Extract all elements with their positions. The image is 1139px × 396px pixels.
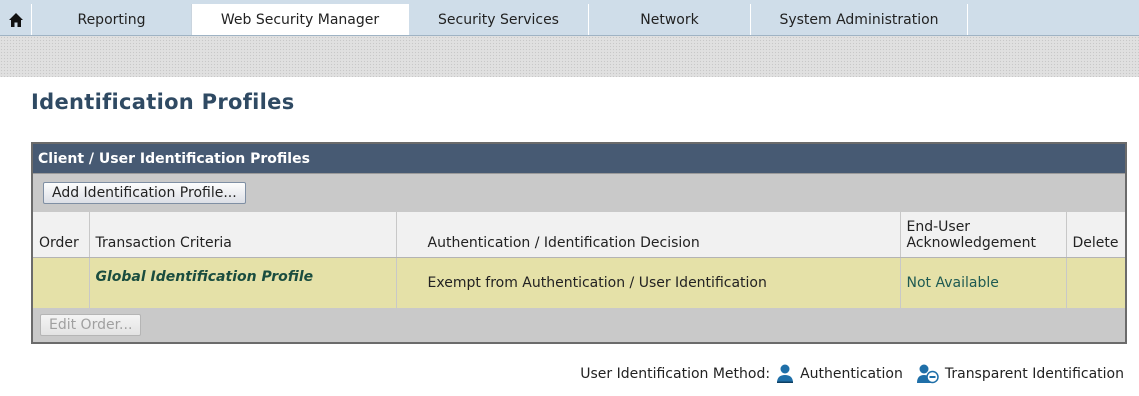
column-header-ack-line1: End-User (906, 218, 971, 235)
tab-network[interactable]: Network (588, 4, 750, 35)
column-header-decision: Authentication / Identification Decision (396, 212, 901, 258)
column-header-criteria: Transaction Criteria (89, 212, 397, 258)
row-criteria-cell: Global Identification Profile (89, 257, 397, 308)
column-header-acknowledgement: End-User Acknowledgement (900, 212, 1067, 258)
subnav-band (0, 36, 1139, 77)
transparent-user-icon (916, 364, 939, 384)
legend-label: User Identification Method: (580, 366, 771, 382)
tab-security-services[interactable]: Security Services (408, 4, 588, 35)
row-acknowledgement: Not Available (900, 257, 1067, 308)
row-order (33, 257, 90, 308)
row-delete (1066, 257, 1125, 308)
identification-profiles-panel: Client / User Identification Profiles Ad… (31, 142, 1127, 344)
column-header-ack-line2: Acknowledgement (906, 234, 1037, 251)
column-header-order: Order (33, 212, 90, 258)
panel-footer: Edit Order... (33, 308, 1125, 342)
row-decision: Exempt from Authentication / User Identi… (396, 257, 901, 308)
legend-transparent-identification: Transparent Identification (944, 366, 1124, 382)
panel-title: Client / User Identification Profiles (33, 144, 1125, 174)
identification-method-legend: User Identification Method: Authenticati… (580, 364, 1124, 384)
global-profile-link[interactable]: Global Identification Profile (96, 269, 314, 285)
tab-system-administration[interactable]: System Administration (750, 4, 968, 35)
tab-web-security-manager[interactable]: Web Security Manager (191, 4, 408, 35)
add-identification-profile-button[interactable]: Add Identification Profile... (43, 182, 246, 204)
table-header-row: Order Transaction Criteria Authenticatio… (33, 212, 1125, 258)
top-navigation: Reporting Web Security Manager Security … (0, 0, 1139, 36)
home-icon[interactable] (0, 4, 31, 35)
profiles-table: Order Transaction Criteria Authenticatio… (33, 212, 1125, 308)
edit-order-button[interactable]: Edit Order... (40, 314, 142, 336)
panel-toolbar: Add Identification Profile... (33, 174, 1125, 212)
page-title: Identification Profiles (31, 90, 295, 114)
table-row: Global Identification Profile Exempt fro… (33, 257, 1125, 308)
user-icon (776, 364, 794, 384)
legend-authentication: Authentication (800, 366, 903, 382)
column-header-delete: Delete (1066, 212, 1125, 258)
tab-reporting[interactable]: Reporting (31, 4, 191, 35)
